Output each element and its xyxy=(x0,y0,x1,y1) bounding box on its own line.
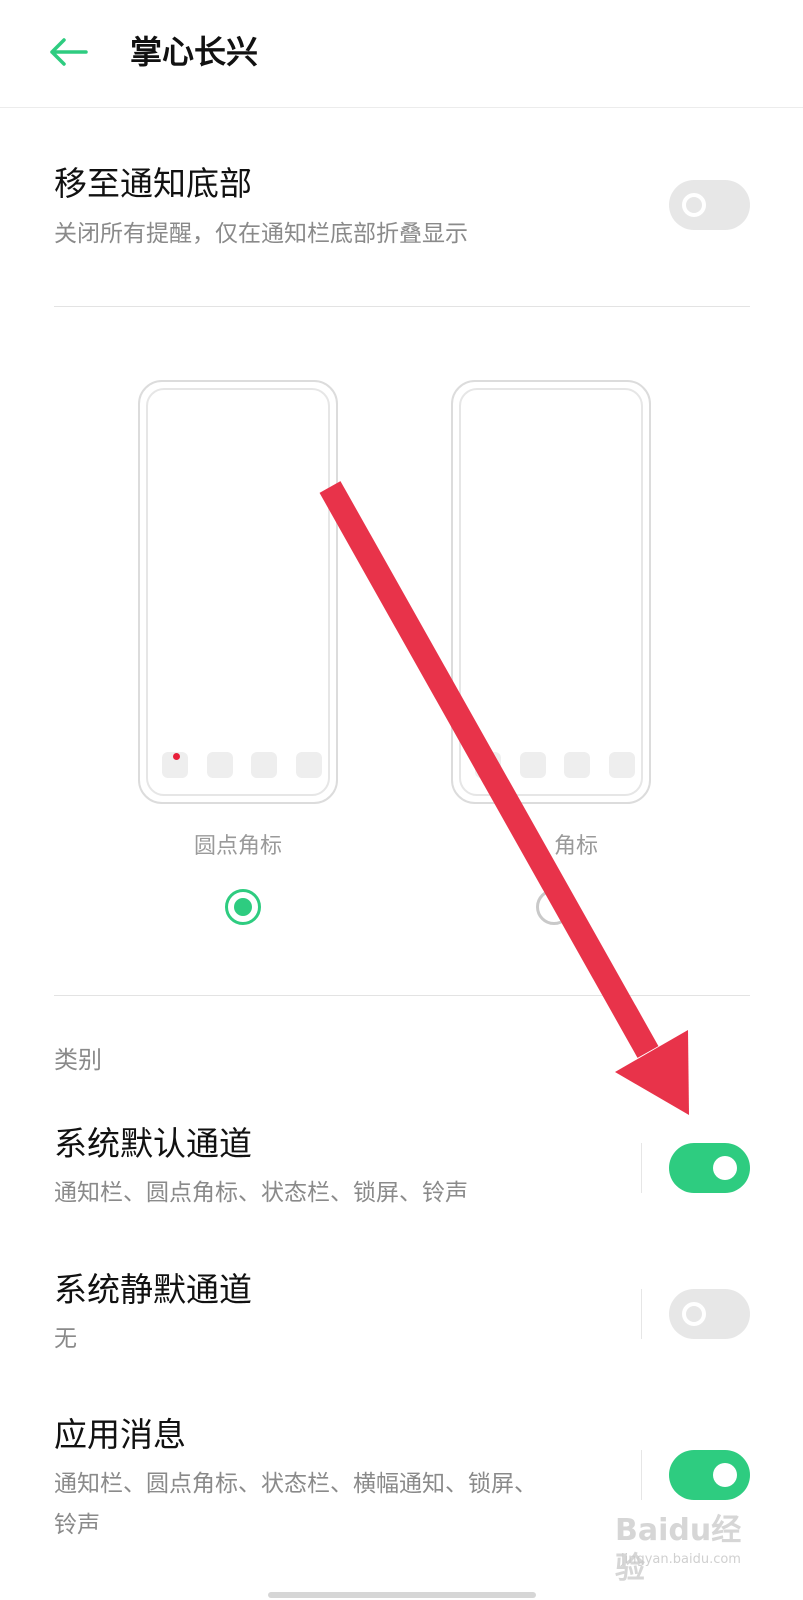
move-bottom-subtitle: 关闭所有提醒，仅在通知栏底部折叠显示 xyxy=(54,221,468,247)
toggle-knob xyxy=(682,193,706,217)
app-icon-placeholder xyxy=(162,752,188,778)
arrow-left-icon xyxy=(50,38,88,66)
move-bottom-title: 移至通知底部 xyxy=(54,164,252,203)
move-bottom-toggle[interactable] xyxy=(669,180,750,230)
baidu-watermark: Baidu经验 jingyan.baidu.com xyxy=(615,1512,765,1586)
app-icon-placeholder xyxy=(608,752,635,778)
channel-default-title: 系统默认通道 xyxy=(54,1124,252,1163)
red-dot-badge xyxy=(173,753,180,760)
dot-badge-preview[interactable] xyxy=(138,380,338,804)
vertical-separator xyxy=(641,1289,642,1339)
channel-app-subtitle-line2: 铃声 xyxy=(54,1512,100,1538)
number-badge-preview[interactable] xyxy=(451,380,651,804)
toggle-knob xyxy=(682,1302,706,1326)
number-badge-radio[interactable] xyxy=(536,889,572,925)
toggle-knob xyxy=(713,1463,737,1487)
watermark-url: jingyan.baidu.com xyxy=(621,1552,741,1567)
channel-app-toggle[interactable] xyxy=(669,1450,750,1500)
app-icon-placeholder xyxy=(475,752,501,778)
page-title: 掌心长兴 xyxy=(130,33,259,71)
number-badge-label: 角标 xyxy=(553,834,598,859)
home-indicator[interactable] xyxy=(268,1592,536,1598)
channel-silent-toggle[interactable] xyxy=(669,1289,750,1339)
watermark-brand: Baidu经验 xyxy=(615,1513,742,1586)
dot-badge-label: 圆点角标 xyxy=(193,834,282,859)
app-icon-placeholder xyxy=(251,752,278,778)
app-dock xyxy=(162,752,322,778)
app-icon-placeholder xyxy=(206,752,233,778)
app-icon-placeholder xyxy=(519,752,546,778)
divider xyxy=(54,306,750,307)
dot-badge-radio[interactable] xyxy=(225,889,261,925)
category-section-label: 类别 xyxy=(54,1046,102,1074)
phone-screen xyxy=(459,388,643,796)
app-dock xyxy=(475,752,635,778)
channel-app-title: 应用消息 xyxy=(54,1415,186,1454)
app-icon-placeholder xyxy=(564,752,591,778)
channel-default-subtitle: 通知栏、圆点角标、状态栏、锁屏、铃声 xyxy=(54,1180,468,1206)
divider xyxy=(54,995,750,996)
vertical-separator xyxy=(641,1143,642,1193)
channel-silent-title: 系统静默通道 xyxy=(54,1270,252,1309)
radio-dot xyxy=(234,898,252,916)
channel-default-toggle[interactable] xyxy=(669,1143,750,1193)
app-icon-placeholder xyxy=(295,752,322,778)
app-header: 掌心长兴 xyxy=(0,0,803,108)
channel-silent-subtitle: 无 xyxy=(54,1326,77,1352)
channel-app-subtitle: 通知栏、圆点角标、状态栏、横幅通知、锁屏、 xyxy=(54,1471,537,1497)
toggle-knob xyxy=(713,1156,737,1180)
annotation-arrow-head xyxy=(615,1030,689,1115)
vertical-separator xyxy=(641,1450,642,1500)
back-button[interactable] xyxy=(40,30,96,74)
phone-screen xyxy=(146,388,330,796)
